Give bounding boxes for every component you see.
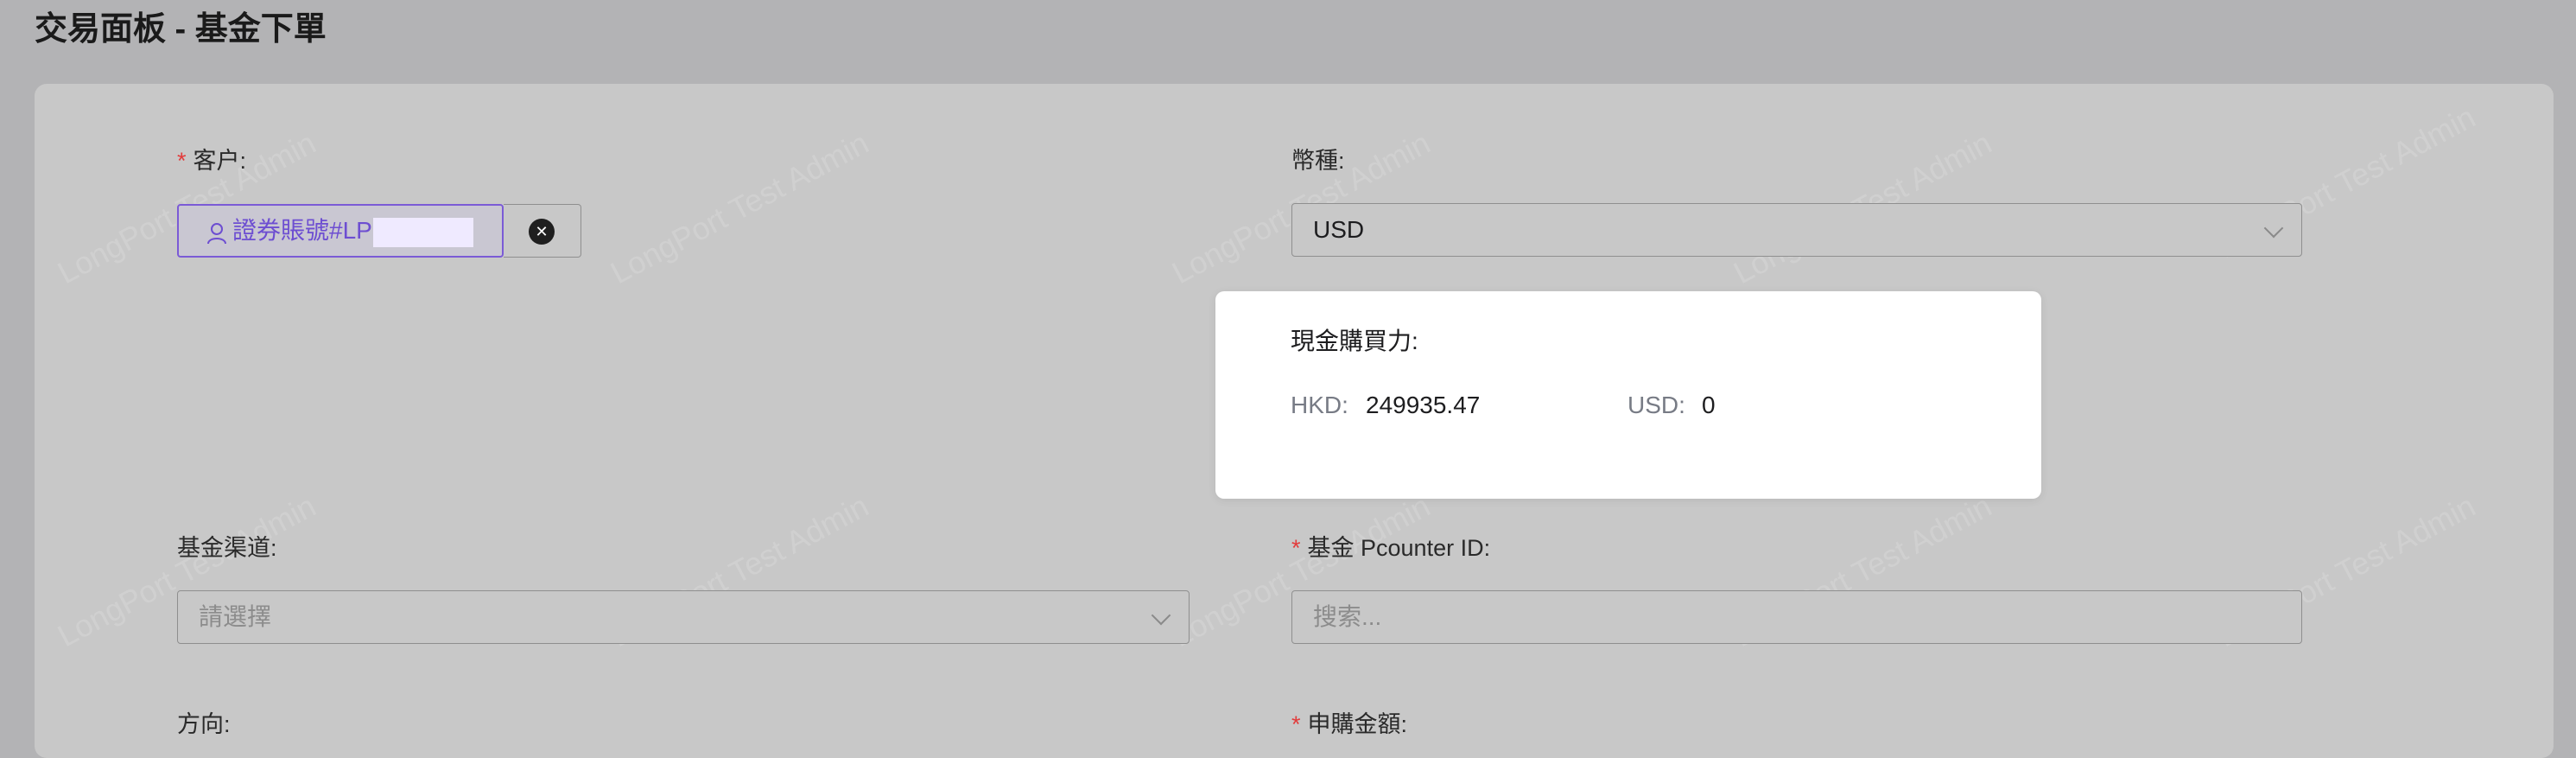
currency-value: USD: [1313, 216, 1365, 243]
hkd-value: 249935.47: [1366, 392, 1481, 418]
required-mark: *: [1291, 535, 1301, 561]
currency-label: 幣種:: [1291, 148, 1345, 174]
chevron-down-icon: [1151, 605, 1171, 626]
pcounter-label: * 基金 Pcounter ID:: [1291, 532, 1490, 564]
subscribe-amount-label: * 申購金額:: [1291, 709, 1407, 740]
fund-channel-label: 基金渠道:: [177, 535, 277, 561]
client-label: * 客户:: [177, 145, 246, 176]
client-label-text: 客户:: [193, 148, 247, 174]
subscribe-amount-label-text: 申購金額:: [1307, 711, 1408, 737]
client-selected-tag[interactable]: 證券賬號#LP: [177, 204, 504, 258]
close-circle-icon: ✕: [529, 219, 555, 245]
usd-label: USD:: [1627, 392, 1685, 418]
fund-channel-select[interactable]: 請選擇: [177, 590, 1190, 644]
pcounter-placeholder: 搜索...: [1313, 603, 1382, 630]
usd-value: 0: [1702, 392, 1716, 418]
client-account-text: 證券賬號#LP: [232, 217, 372, 244]
chevron-down-icon: [2263, 218, 2284, 239]
required-mark: *: [177, 148, 187, 174]
direction-label: 方向:: [177, 711, 231, 737]
redacted-account-number: [373, 218, 473, 247]
buying-power-title: 現金購買力:: [1291, 328, 1418, 354]
fund-channel-placeholder: 請選擇: [199, 603, 272, 630]
clear-client-button[interactable]: ✕: [504, 204, 581, 258]
pcounter-search-input[interactable]: 搜索...: [1291, 590, 2302, 644]
hkd-label: HKD:: [1291, 392, 1348, 418]
pcounter-label-text: 基金 Pcounter ID:: [1307, 535, 1491, 561]
page-title: 交易面板 - 基金下單: [35, 11, 327, 48]
required-mark: *: [1291, 711, 1301, 737]
user-icon: [207, 223, 226, 245]
currency-select[interactable]: USD: [1291, 203, 2302, 257]
buying-power-panel: 現金購買力: HKD: 249935.47 USD: 0: [1215, 291, 2041, 499]
